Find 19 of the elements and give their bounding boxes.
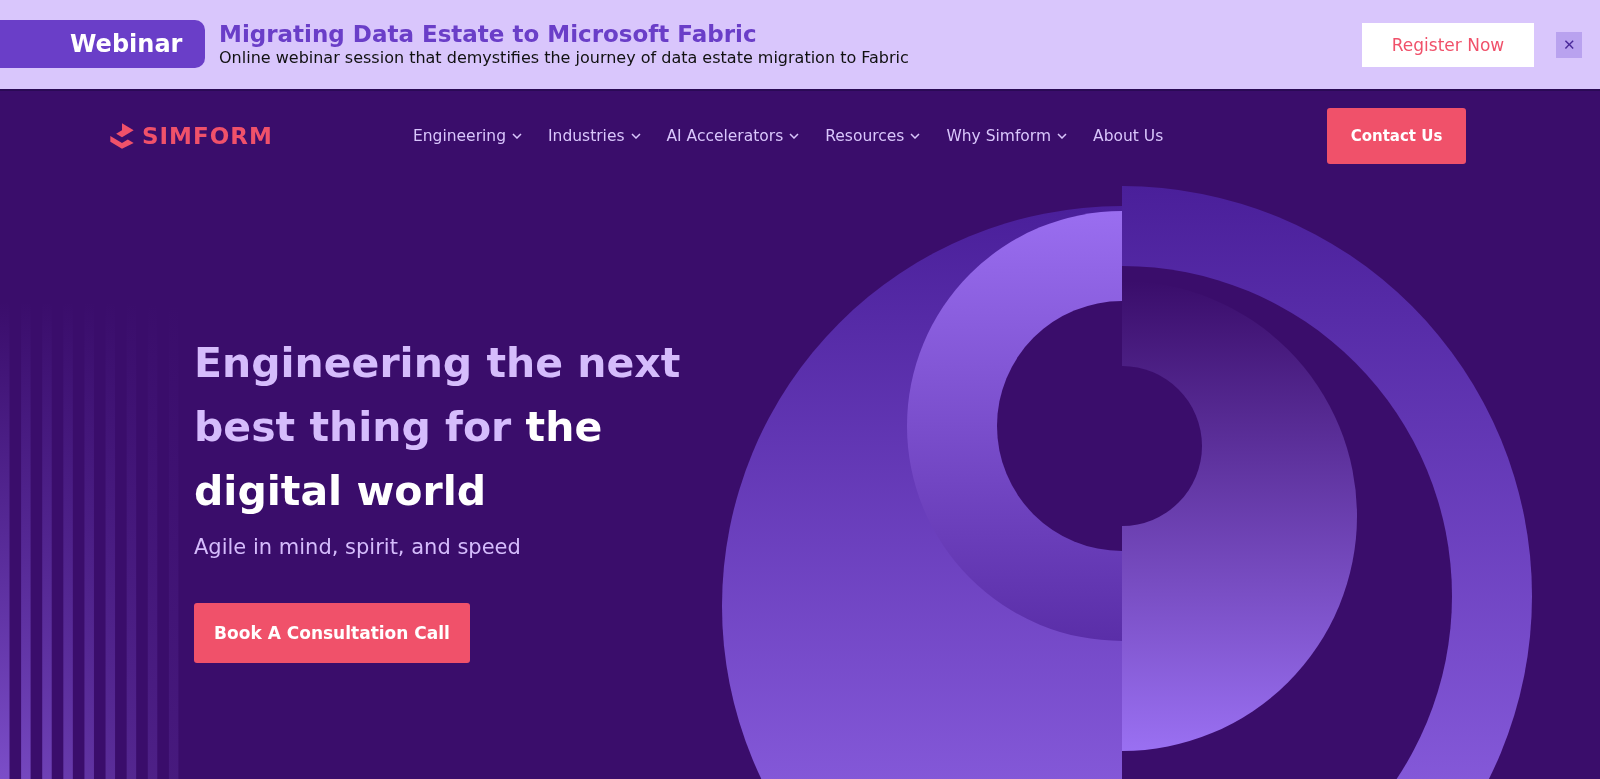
nav-link[interactable]: Industries (548, 127, 641, 145)
hero-tagline: Agile in mind, spirit, and speed (194, 535, 522, 559)
webinar-tag: Webinar (0, 19, 205, 68)
logo-text[interactable]: SIMFORM (142, 123, 273, 149)
chevron-icon (789, 133, 800, 139)
chevron-icon (910, 133, 921, 139)
nav-link[interactable]: Engineering (413, 127, 522, 145)
logo-icon[interactable] (108, 122, 136, 150)
close-button[interactable]: ✕ (1556, 31, 1582, 58)
chevron-icon (630, 133, 641, 139)
nav-link[interactable]: About Us (1093, 127, 1164, 145)
chevron-icon (512, 133, 522, 139)
banner-subtitle: Online webinar session that demystifies the journey of data estate migration to Fabric (219, 48, 910, 68)
nav-link[interactable]: Why Simform (946, 127, 1068, 145)
banner-title: Migrating Data Estate to Microsoft Fabric (219, 21, 758, 48)
nav-link[interactable]: AI Accelerators (666, 127, 800, 145)
hero-headline: Engineering the next best thing for the digital world (194, 338, 682, 517)
nav-link[interactable]: Resources (825, 127, 921, 145)
chevron-icon (1057, 133, 1068, 139)
